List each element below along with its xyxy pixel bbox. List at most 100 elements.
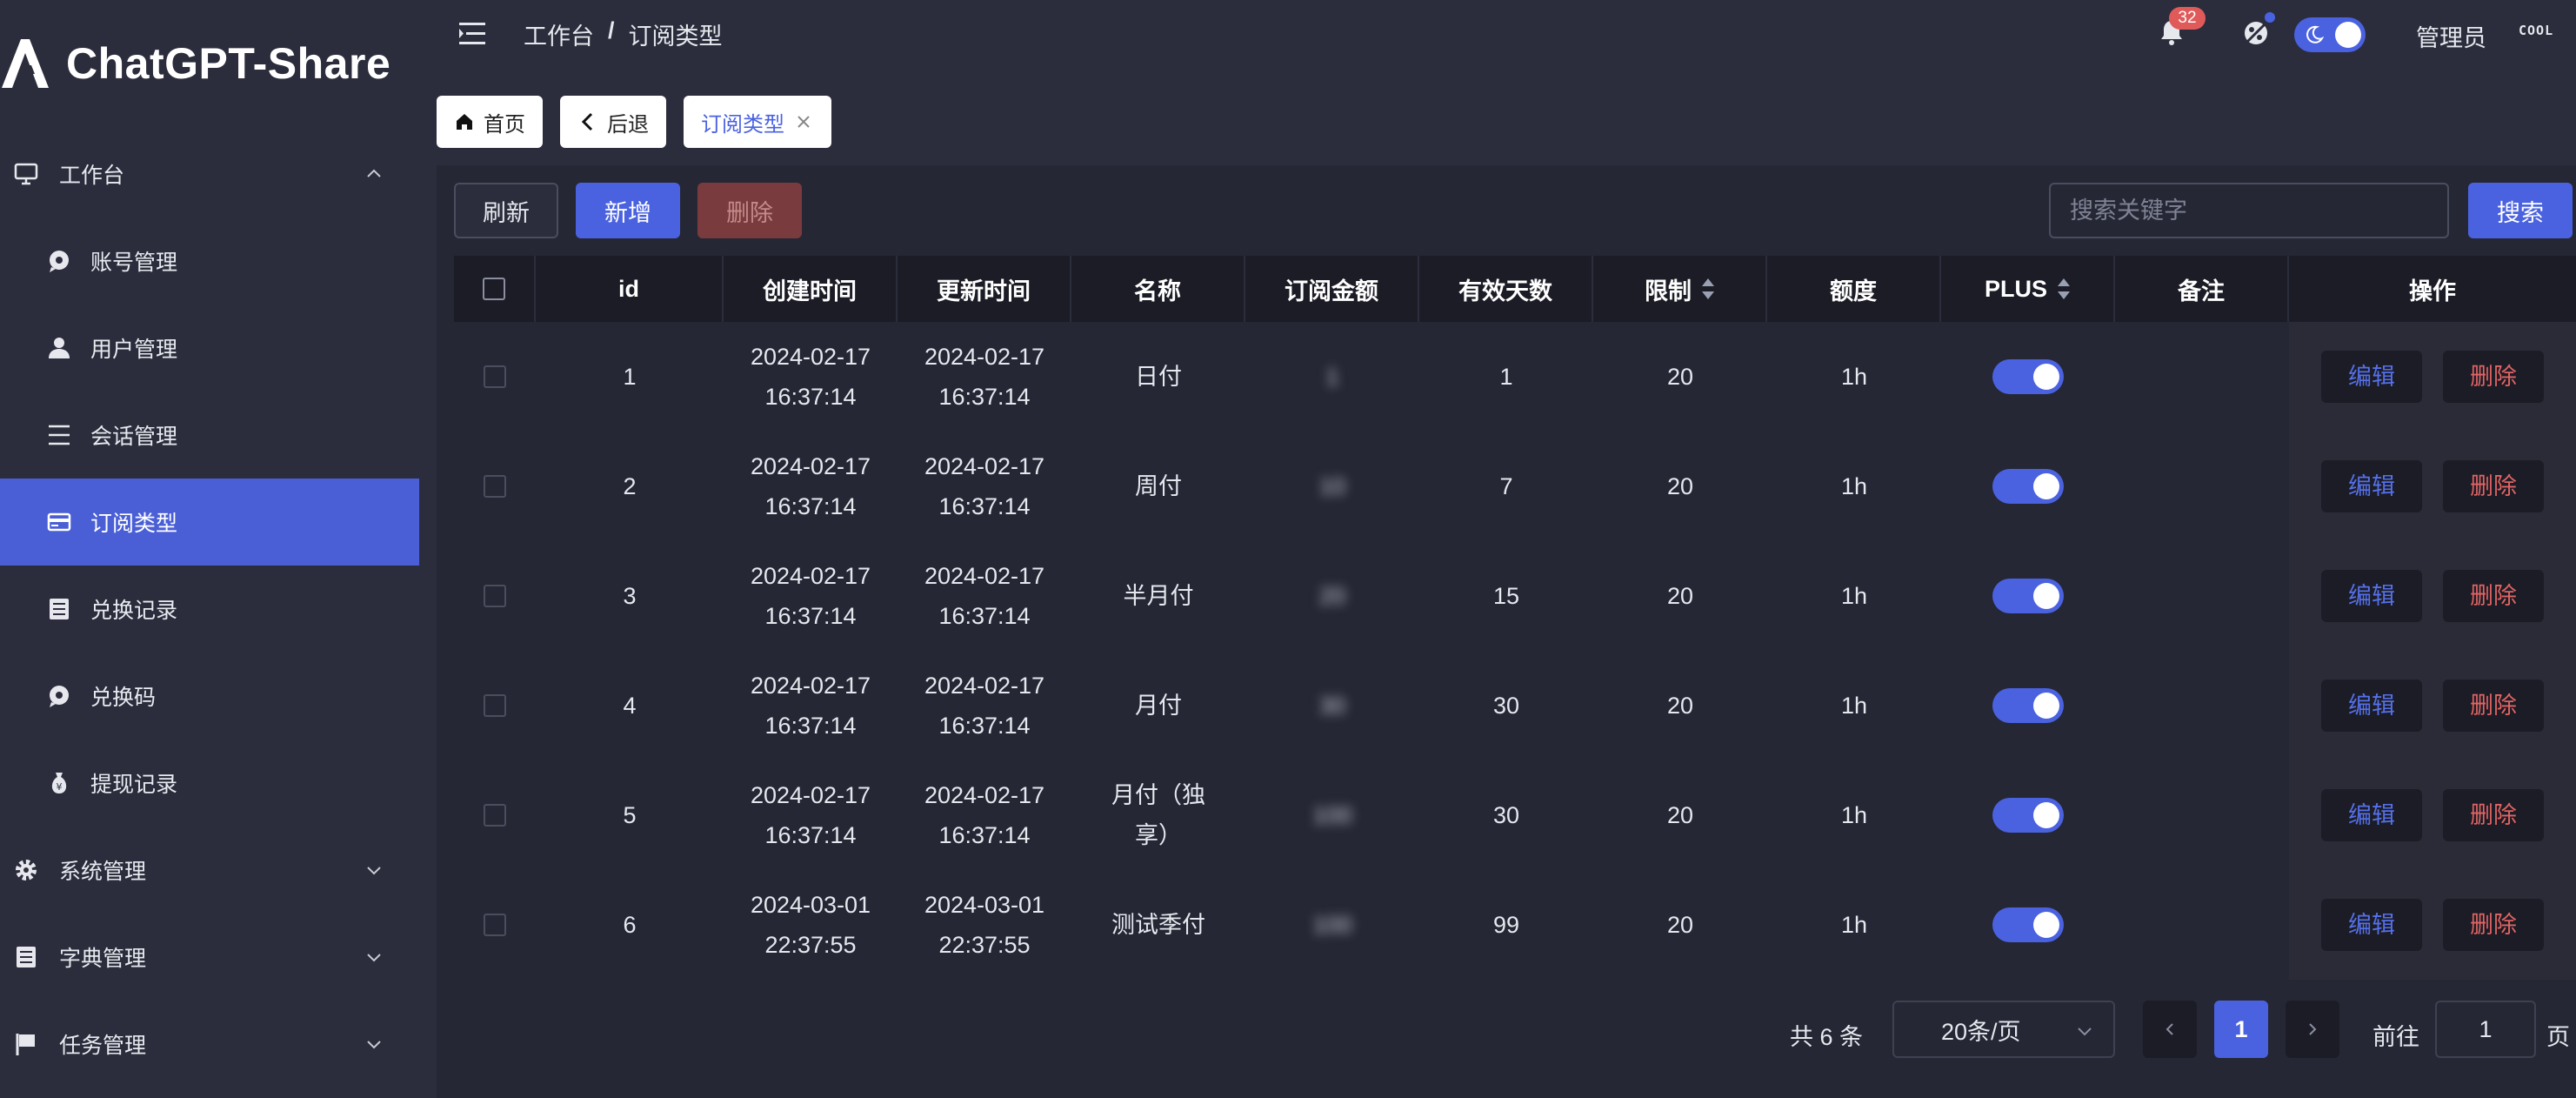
table-header: id 创建时间 更新时间 名称 订阅金额 有效天数 限制 额度 PLUS 备注 … xyxy=(454,256,2576,322)
table-cell: 1h xyxy=(1767,541,1941,651)
user-icon xyxy=(45,334,73,362)
plus-toggle[interactable] xyxy=(1992,798,2064,833)
sidebar-item-0[interactable]: 工作台 xyxy=(0,131,419,218)
chevron-down-icon xyxy=(364,1034,384,1054)
row-checkbox[interactable] xyxy=(484,804,506,827)
cell-days: 1 xyxy=(1499,364,1513,390)
col-limit[interactable]: 限制 xyxy=(1593,256,1767,322)
edit-button[interactable]: 编辑 xyxy=(2321,899,2422,951)
table-row[interactable]: 5 2024-02-17 16:37:14 2024-02-17 16:37:14 月付（… xyxy=(454,760,2576,870)
row-checkbox[interactable] xyxy=(484,475,506,498)
sidebar-item-2[interactable]: 用户管理 xyxy=(0,305,419,392)
cell-amount: 100 xyxy=(1312,802,1352,828)
tab-subscription-type[interactable]: 订阅类型 xyxy=(684,96,831,148)
page-tabs: 首页 后退 订阅类型 xyxy=(437,96,831,148)
add-button[interactable]: 新增 xyxy=(576,183,680,238)
refresh-button[interactable]: 刷新 xyxy=(454,183,558,238)
app-logo[interactable]: ChatGPT-Share xyxy=(0,33,390,94)
row-delete-button[interactable]: 删除 xyxy=(2443,680,2544,732)
cell-name: 月付（独享） xyxy=(1111,782,1205,848)
sidebar-item-9[interactable]: 字典管理 xyxy=(0,914,419,1001)
sidebar-item-10[interactable]: 任务管理 xyxy=(0,1001,419,1088)
dark-mode-toggle[interactable] xyxy=(2294,17,2366,52)
menu-toggle-icon[interactable] xyxy=(457,19,487,49)
monitor-icon xyxy=(12,160,40,188)
row-delete-button[interactable]: 删除 xyxy=(2443,899,2544,951)
tab-back[interactable]: 后退 xyxy=(560,96,666,148)
row-delete-button[interactable]: 删除 xyxy=(2443,460,2544,512)
edit-button[interactable]: 编辑 xyxy=(2321,570,2422,622)
sidebar-item-5[interactable]: 兑换记录 xyxy=(0,566,419,653)
table-row[interactable]: 1 2024-02-17 16:37:14 2024-02-17 16:37:14 日付 1… xyxy=(454,322,2576,432)
plus-toggle[interactable] xyxy=(1992,579,2064,613)
user-name[interactable]: 管理员 xyxy=(2416,19,2486,53)
cell-name: 周付 xyxy=(1135,473,1182,499)
toggle-knob xyxy=(2033,693,2059,719)
col-plus[interactable]: PLUS xyxy=(1941,256,2115,322)
page-size-value: 20条/页 xyxy=(1941,1018,2021,1045)
table-cell: 月付 xyxy=(1071,651,1245,760)
row-delete-button[interactable]: 删除 xyxy=(2443,570,2544,622)
tab-home[interactable]: 首页 xyxy=(437,96,543,148)
sidebar-item-1[interactable]: 账号管理 xyxy=(0,218,419,305)
table-row[interactable]: 6 2024-03-01 22:37:55 2024-03-01 22:37:55 测试季… xyxy=(454,870,2576,980)
close-icon[interactable] xyxy=(793,111,814,132)
total-count: 共 6 条 xyxy=(1790,1024,1864,1050)
col-limit-label: 限制 xyxy=(1645,278,1692,305)
cell-id: 4 xyxy=(623,693,637,719)
table-row[interactable]: 3 2024-02-17 16:37:14 2024-02-17 16:37:14 半月付… xyxy=(454,541,2576,651)
plus-toggle[interactable] xyxy=(1992,907,2064,942)
sidebar-item-label: 字典管理 xyxy=(59,947,147,971)
sidebar-item-6[interactable]: 兑换码 xyxy=(0,653,419,740)
cell-limit: 20 xyxy=(1666,802,1694,828)
col-amount: 订阅金额 xyxy=(1245,256,1419,322)
sidebar-item-8[interactable]: 系统管理 xyxy=(0,827,419,914)
sidebar-item-7[interactable]: ¥ 提现记录 xyxy=(0,740,419,827)
table-row[interactable]: 4 2024-02-17 16:37:14 2024-02-17 16:37:14 月付 3… xyxy=(454,651,2576,760)
cell-updated-date: 2024-02-17 xyxy=(924,344,1045,370)
plus-toggle[interactable] xyxy=(1992,469,2064,504)
edit-button[interactable]: 编辑 xyxy=(2321,680,2422,732)
edit-button[interactable]: 编辑 xyxy=(2321,460,2422,512)
search-input[interactable] xyxy=(2049,183,2449,238)
page-size-select[interactable]: 20条/页 xyxy=(1892,1001,2115,1058)
goto-page-input[interactable] xyxy=(2435,1001,2536,1058)
plus-toggle[interactable] xyxy=(1992,688,2064,723)
table-cell: 100 xyxy=(1245,760,1419,870)
table-cell xyxy=(1941,870,2115,980)
sort-icon[interactable] xyxy=(1702,278,1714,300)
row-delete-button[interactable]: 删除 xyxy=(2443,789,2544,841)
row-checkbox[interactable] xyxy=(484,365,506,388)
chevron-down-icon xyxy=(364,860,384,880)
table-cell: 2024-02-17 16:37:14 xyxy=(724,322,898,432)
sidebar-item-3[interactable]: 会话管理 xyxy=(0,392,419,479)
flag-icon xyxy=(12,1030,40,1058)
breadcrumb-item[interactable]: 工作台 xyxy=(524,17,594,51)
avatar[interactable]: COOL xyxy=(2519,23,2576,47)
sidebar-item-label: 会话管理 xyxy=(90,425,178,449)
main-content: 刷新 新增 删除 搜索 id 创建时间 更新时间 名称 订阅金额 有效天数 限制… xyxy=(437,165,2576,1098)
page-button[interactable]: 1 xyxy=(2214,1001,2268,1058)
sidebar-item-4[interactable]: 订阅类型 xyxy=(0,479,419,566)
notification-badge: 32 xyxy=(2169,7,2206,30)
table-cell: 2024-02-17 16:37:14 xyxy=(898,541,1071,651)
row-checkbox[interactable] xyxy=(484,694,506,717)
delete-button[interactable]: 删除 xyxy=(697,183,802,238)
subscription-table: id 创建时间 更新时间 名称 订阅金额 有效天数 限制 额度 PLUS 备注 … xyxy=(454,256,2576,980)
plus-toggle[interactable] xyxy=(1992,359,2064,394)
select-all-checkbox[interactable] xyxy=(483,278,505,300)
edit-button[interactable]: 编辑 xyxy=(2321,351,2422,403)
col-created: 创建时间 xyxy=(724,256,898,322)
sort-icon[interactable] xyxy=(2058,278,2070,300)
row-delete-button[interactable]: 删除 xyxy=(2443,351,2544,403)
table-row[interactable]: 2 2024-02-17 16:37:14 2024-02-17 16:37:14 周付 1… xyxy=(454,432,2576,541)
next-page-button[interactable] xyxy=(2286,1001,2339,1058)
toggle-knob xyxy=(2335,22,2361,48)
breadcrumb-separator: / xyxy=(608,17,615,44)
edit-button[interactable]: 编辑 xyxy=(2321,789,2422,841)
row-checkbox[interactable] xyxy=(484,585,506,607)
row-checkbox[interactable] xyxy=(484,914,506,936)
col-plus-label: PLUS xyxy=(1984,275,2047,302)
search-button[interactable]: 搜索 xyxy=(2468,183,2573,238)
prev-page-button[interactable] xyxy=(2143,1001,2197,1058)
